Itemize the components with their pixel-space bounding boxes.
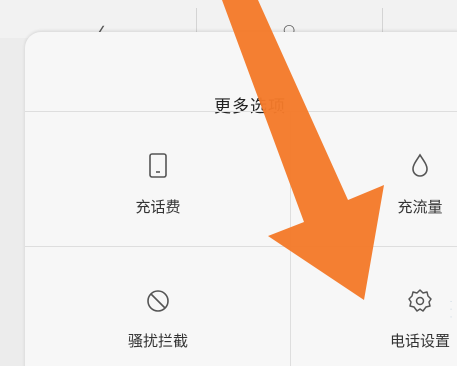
option-recharge-phone[interactable]: 充话费 (68, 152, 248, 217)
option-label: 骚扰拦截 (127, 332, 188, 350)
screen: ∠ ○ 更多选项 充话费 充流量 (0, 0, 457, 366)
gear-icon (330, 288, 457, 318)
row-divider (25, 246, 457, 247)
data-drop-icon (330, 152, 457, 184)
sheet-title: 更多选项 (214, 97, 286, 117)
option-call-settings[interactable]: 电话设置 (330, 288, 457, 351)
column-divider (290, 112, 291, 366)
watermark: · · · (445, 300, 455, 320)
option-label: 充流量 (397, 198, 443, 216)
phone-recharge-icon (68, 152, 248, 184)
block-icon (68, 288, 248, 318)
more-options-sheet: 更多选项 充话费 充流量 骚扰拦截 电话设置 (25, 32, 457, 366)
option-label: 充话费 (135, 198, 181, 216)
option-block-harassment[interactable]: 骚扰拦截 (68, 288, 248, 351)
option-label: 电话设置 (389, 332, 450, 350)
option-recharge-data[interactable]: 充流量 (330, 152, 457, 217)
row-divider (25, 111, 457, 112)
